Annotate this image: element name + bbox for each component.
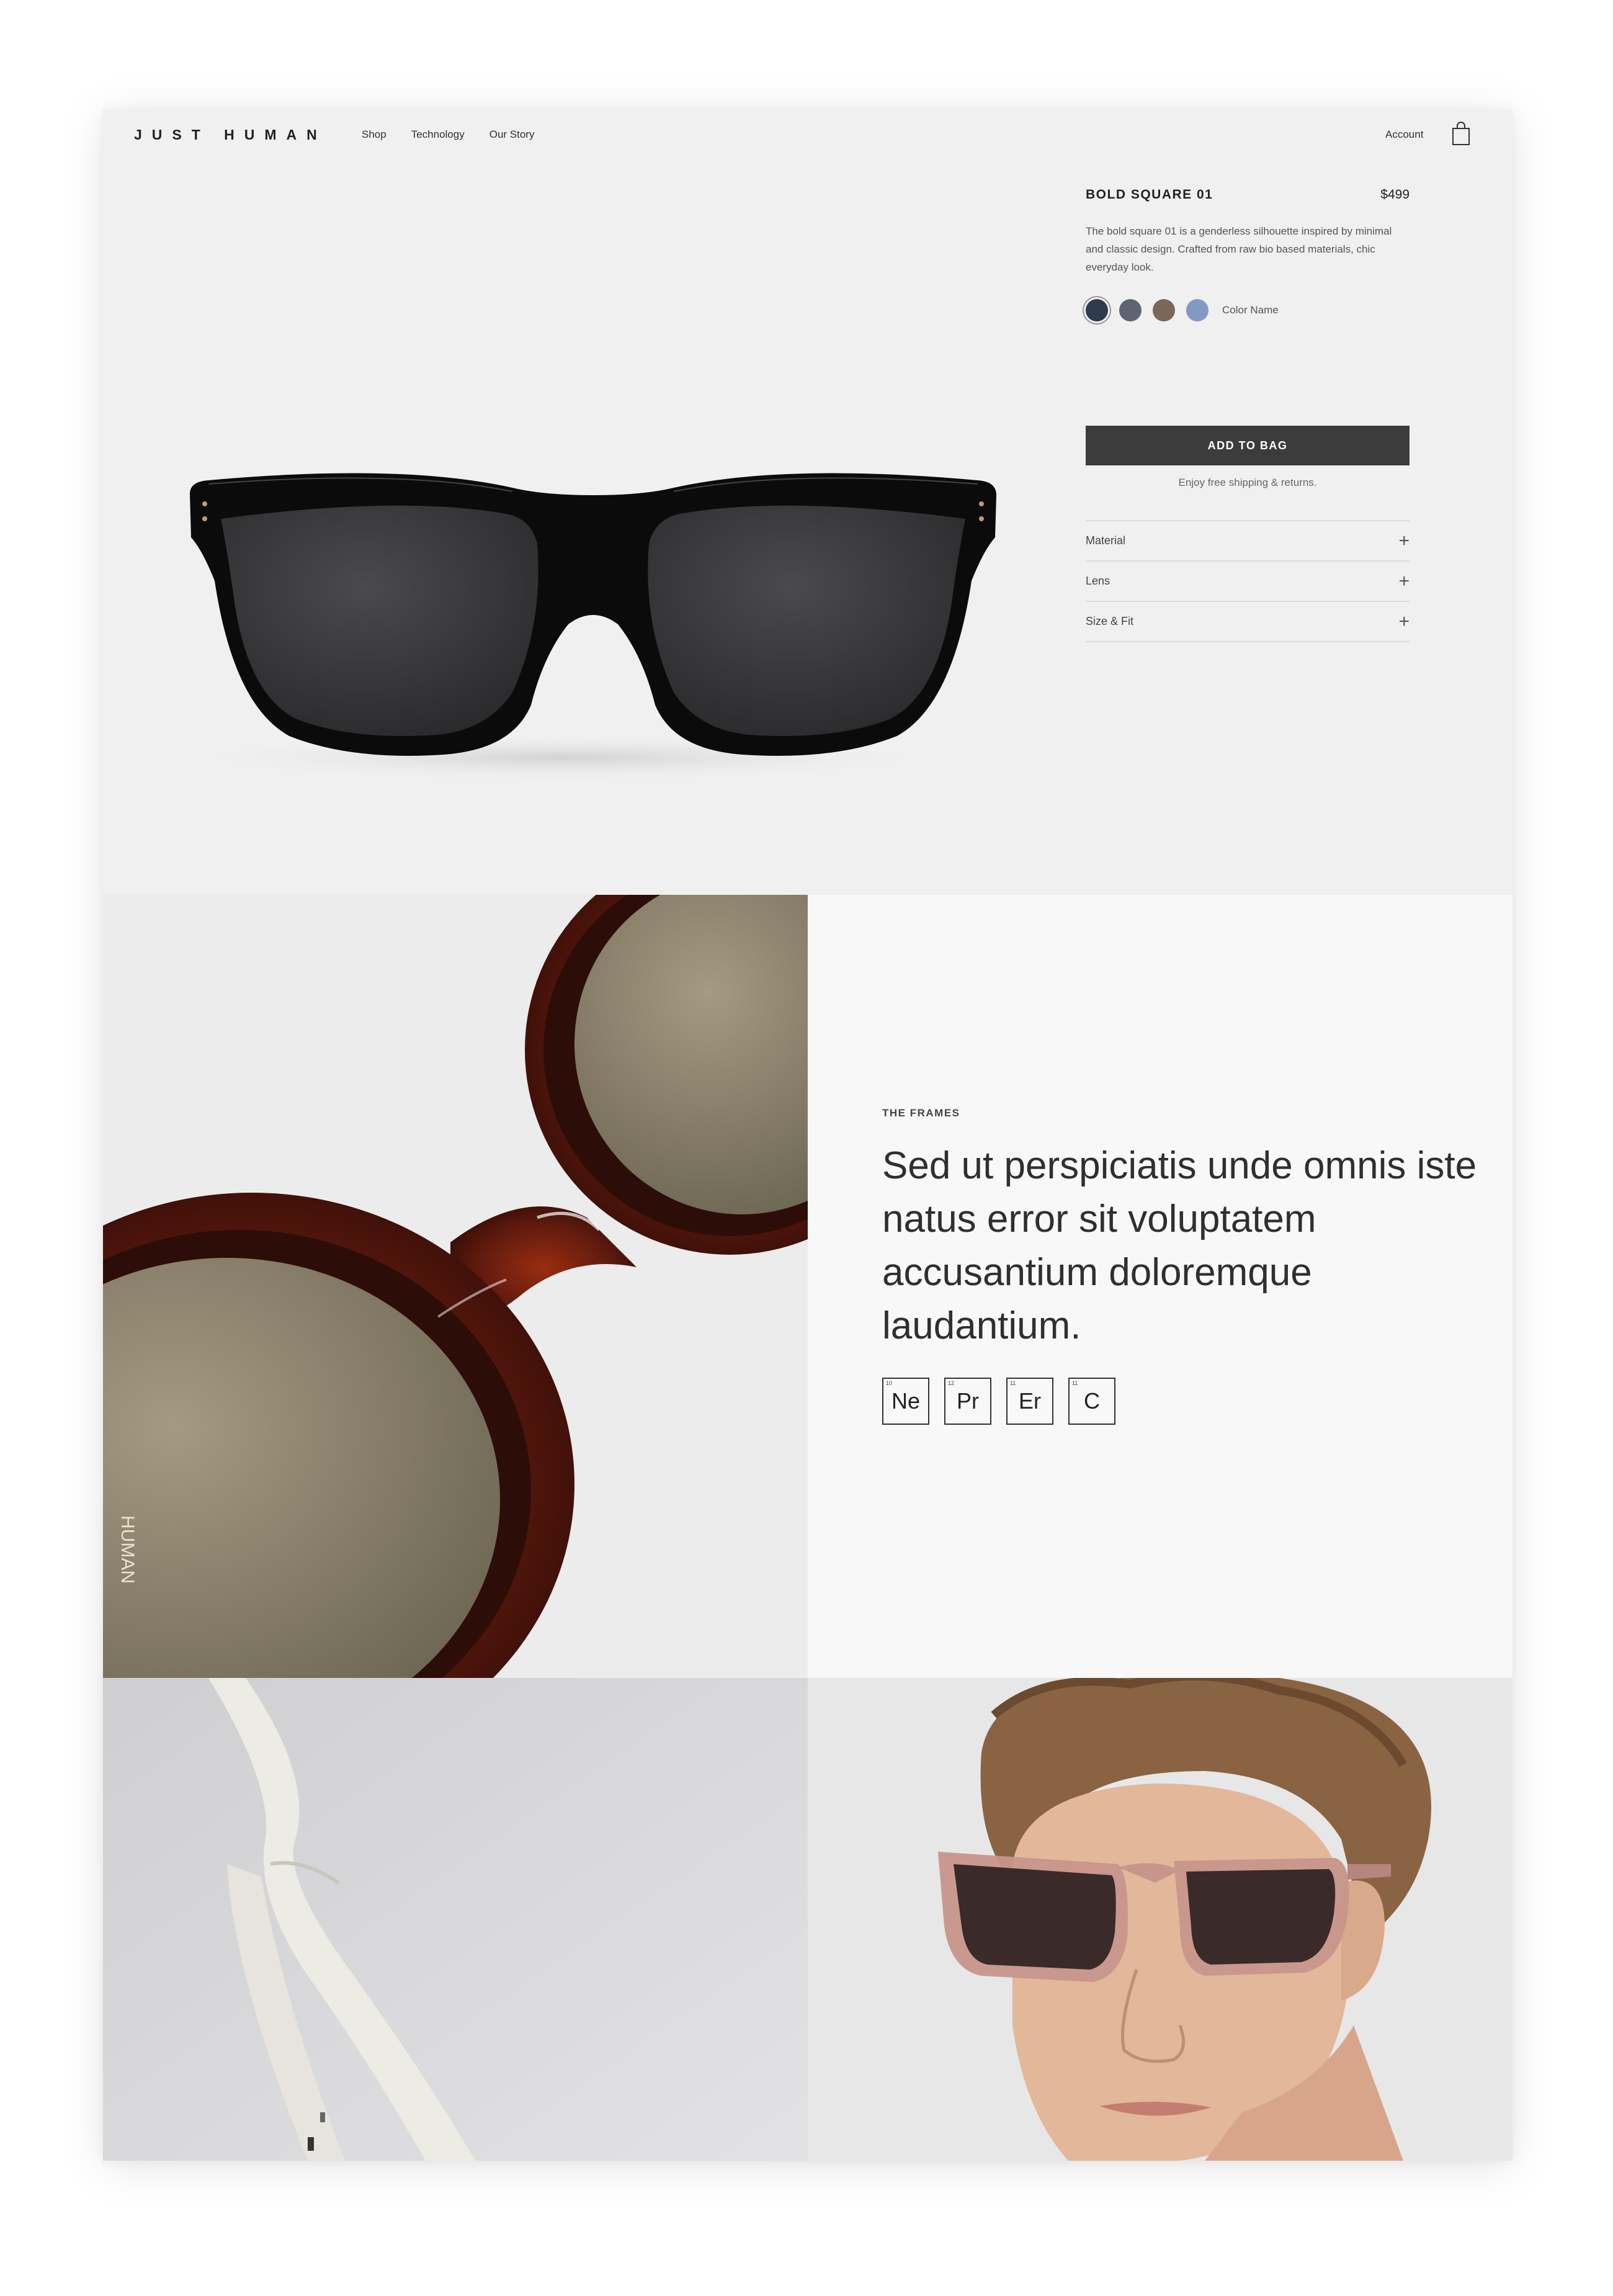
swatch-blue[interactable] bbox=[1186, 299, 1209, 321]
plus-icon: + bbox=[1398, 530, 1410, 551]
account-link[interactable]: Account bbox=[1385, 128, 1423, 141]
plus-icon: + bbox=[1398, 570, 1410, 591]
color-name-label: Color Name bbox=[1222, 304, 1279, 316]
shipping-note: Enjoy free shipping & returns. bbox=[1178, 477, 1317, 488]
swatch-navy[interactable] bbox=[1086, 299, 1108, 321]
plus-icon: + bbox=[1398, 611, 1410, 632]
product-accordion: Material + Lens + Size & Fit + bbox=[1086, 520, 1410, 642]
frames-text-panel: THE FRAMES Sed ut perspiciatis unde omni… bbox=[808, 895, 1512, 1678]
product-page: JUST HUMAN Shop Technology Our Story Acc… bbox=[103, 109, 1512, 2161]
color-swatches: Color Name bbox=[1086, 298, 1279, 323]
accordion-size-fit[interactable]: Size & Fit + bbox=[1086, 602, 1410, 642]
product-price: $499 bbox=[1380, 187, 1410, 202]
accordion-label: Lens bbox=[1086, 575, 1110, 587]
element-tile-erbium: 11 Er bbox=[1006, 1378, 1053, 1425]
shopping-bag-icon[interactable] bbox=[1450, 122, 1472, 146]
element-tile-praseodymium: 12 Pr bbox=[944, 1378, 991, 1425]
brand-logo[interactable]: JUST HUMAN bbox=[134, 127, 327, 143]
product-description: The bold square 01 is a genderless silho… bbox=[1086, 225, 1392, 273]
frames-eyebrow: THE FRAMES bbox=[882, 1107, 960, 1119]
element-number: 10 bbox=[886, 1380, 893, 1386]
element-symbol: Pr bbox=[957, 1388, 979, 1414]
material-elements: 10 Ne 12 Pr 11 Er 11 C bbox=[882, 1378, 1115, 1425]
nav-our-story[interactable]: Our Story bbox=[489, 128, 535, 141]
frames-headline: Sed ut perspiciatis unde omnis iste natu… bbox=[882, 1144, 1477, 1347]
accordion-material[interactable]: Material + bbox=[1086, 521, 1410, 562]
temple-closeup-image bbox=[103, 1678, 808, 2161]
element-tile-neon: 10 Ne bbox=[882, 1378, 929, 1425]
element-number: 11 bbox=[1010, 1380, 1016, 1386]
element-symbol: C bbox=[1084, 1388, 1100, 1414]
element-tile-carbon: 11 C bbox=[1068, 1378, 1115, 1425]
main-nav: Shop Technology Our Story bbox=[362, 128, 534, 141]
product-title: BOLD SQUARE 01 bbox=[1086, 187, 1213, 202]
element-number: 12 bbox=[948, 1380, 955, 1386]
swatch-brown[interactable] bbox=[1153, 299, 1175, 321]
element-symbol: Ne bbox=[891, 1388, 921, 1414]
nav-technology[interactable]: Technology bbox=[411, 128, 465, 141]
add-to-bag-button[interactable]: ADD TO BAG bbox=[1086, 426, 1410, 465]
temple-imprint: HUMAN bbox=[117, 1515, 138, 1584]
frames-closeup-image: HUMAN bbox=[103, 895, 808, 1678]
accordion-label: Material bbox=[1086, 534, 1126, 547]
element-symbol: Er bbox=[1019, 1388, 1041, 1414]
accordion-lens[interactable]: Lens + bbox=[1086, 562, 1410, 602]
swatch-slate[interactable] bbox=[1119, 299, 1142, 321]
model-photo bbox=[808, 1678, 1512, 2161]
product-hero-image bbox=[165, 473, 996, 783]
nav-shop[interactable]: Shop bbox=[362, 128, 386, 141]
element-number: 11 bbox=[1072, 1380, 1078, 1386]
accordion-label: Size & Fit bbox=[1086, 615, 1134, 627]
